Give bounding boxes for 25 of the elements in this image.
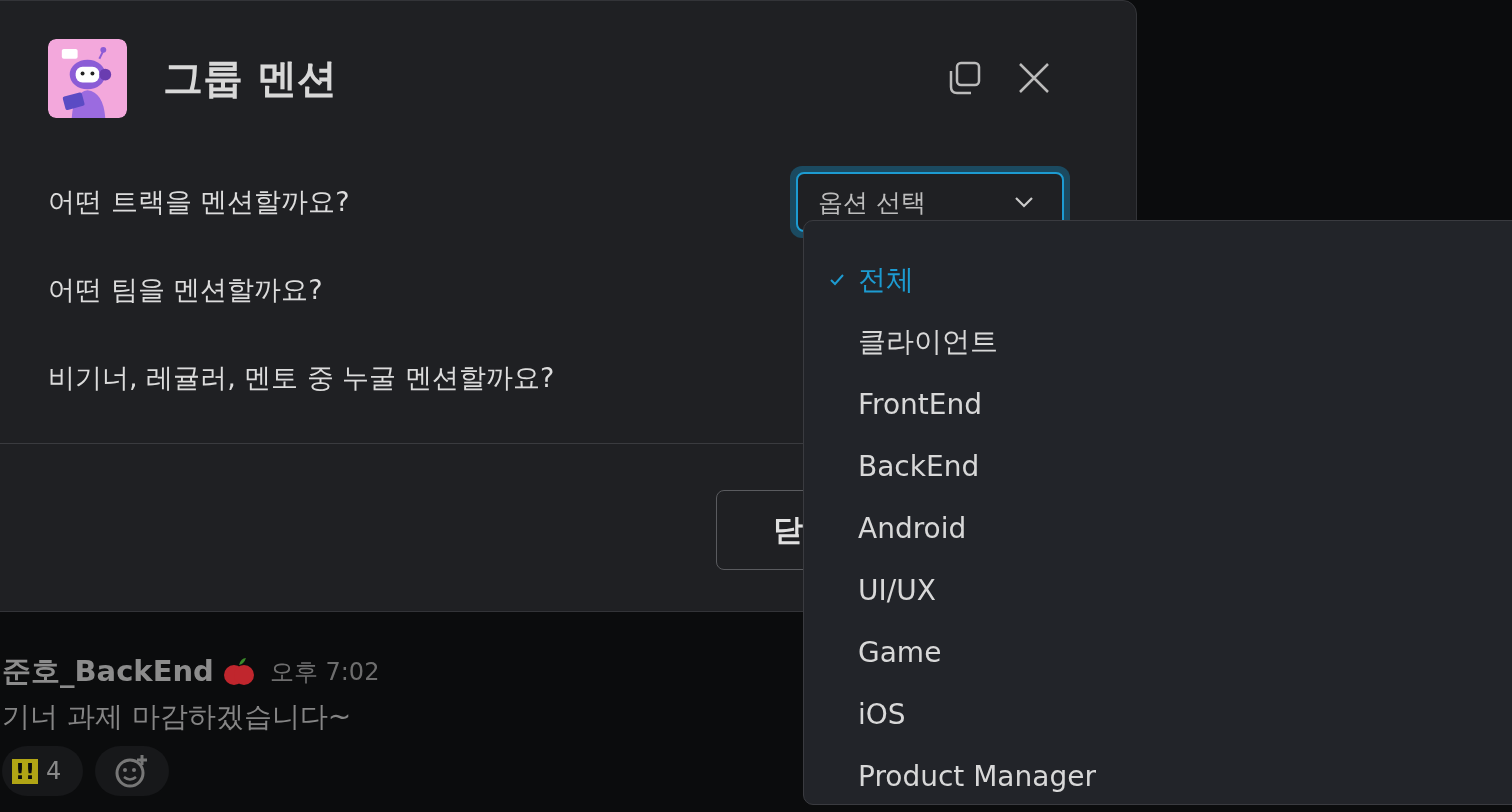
- reaction-emoji: !!: [12, 758, 39, 784]
- add-reaction-icon[interactable]: [95, 746, 170, 796]
- dropdown-option[interactable]: UI/UX: [804, 559, 1512, 621]
- question-label: 어떤 팀을 멘션할까요?: [48, 273, 323, 307]
- dropdown-option[interactable]: BackEnd: [804, 435, 1512, 497]
- question-label: 비기너, 레귤러, 멘토 중 누굴 멘션할까요?: [48, 361, 555, 395]
- dropdown-option[interactable]: iOS: [804, 683, 1512, 745]
- checkmark-icon: [830, 274, 844, 286]
- reaction-count: 4: [46, 757, 62, 785]
- dropdown-option[interactable]: Android: [804, 497, 1512, 559]
- message-text: 기너 과제 마감하겠습니다~: [2, 699, 353, 735]
- question-label: 어떤 트랙을 멘션할까요?: [48, 185, 350, 219]
- timestamp[interactable]: 오후 7:02: [269, 656, 380, 688]
- dropdown-option[interactable]: 전체: [804, 249, 1512, 311]
- modal-title: 그룹 멘션: [163, 53, 338, 103]
- reaction-pill[interactable]: !! 4: [2, 746, 84, 796]
- dropdown-option[interactable]: FrontEnd: [804, 373, 1512, 435]
- author-name[interactable]: 준호_BackEnd: [2, 652, 214, 692]
- dropdown-option[interactable]: Product Manager: [804, 745, 1512, 807]
- dropdown-option[interactable]: Game: [804, 621, 1512, 683]
- close-icon[interactable]: [1018, 62, 1050, 94]
- dropdown-option[interactable]: 클라이언트: [804, 311, 1512, 373]
- chevron-down-icon: [1014, 196, 1034, 208]
- apple-icon: [223, 656, 254, 688]
- robot-avatar-icon: [48, 38, 127, 118]
